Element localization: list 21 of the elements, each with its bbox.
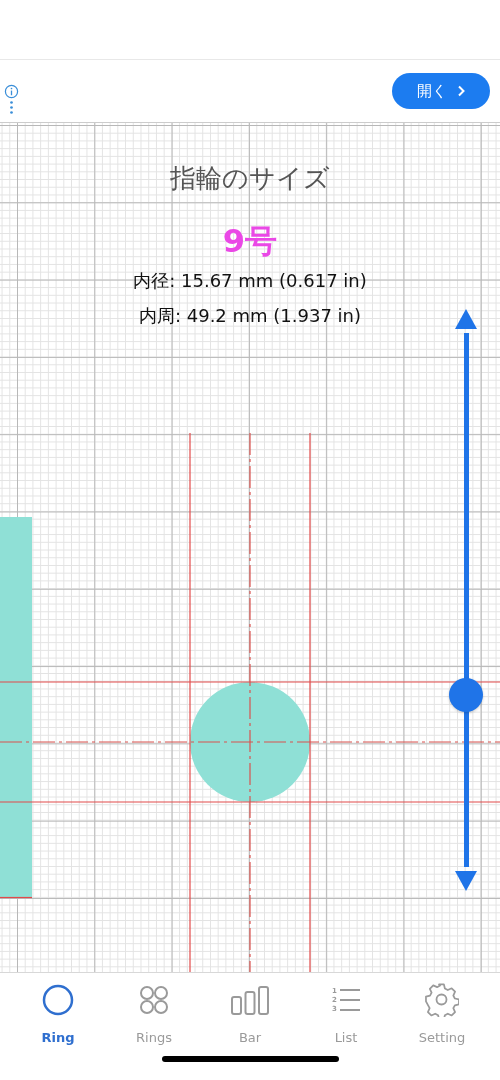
settings-icon [425, 983, 459, 1017]
four-circles-icon [137, 983, 171, 1017]
tab[interactable]: Rings [114, 983, 194, 1045]
info-icon[interactable] [4, 84, 19, 99]
open-button[interactable]: 開く [392, 73, 490, 109]
chevron-icon [457, 85, 465, 97]
more-icon[interactable] [9, 100, 14, 115]
ring-size-value: 9号 [222, 221, 278, 262]
inner-circumference: 内周: 49.2 mm (1.937 in) [138, 304, 362, 328]
bars-icon [230, 983, 270, 1017]
up-arrow-icon[interactable] [454, 308, 478, 330]
inner-diameter: 内径: 15.67 mm (0.617 in) [133, 269, 367, 293]
tab[interactable]: Bar [210, 983, 290, 1045]
guide-line [0, 896, 33, 899]
down-arrow-icon[interactable] [454, 870, 478, 892]
size-slider[interactable] [449, 333, 483, 867]
slider-thumb[interactable] [449, 678, 483, 712]
tab[interactable]: Setting [402, 983, 482, 1045]
tab[interactable]: Ring [18, 983, 98, 1045]
circle-icon [41, 983, 75, 1017]
ring-size-title: 指輪のサイズ [170, 162, 330, 195]
